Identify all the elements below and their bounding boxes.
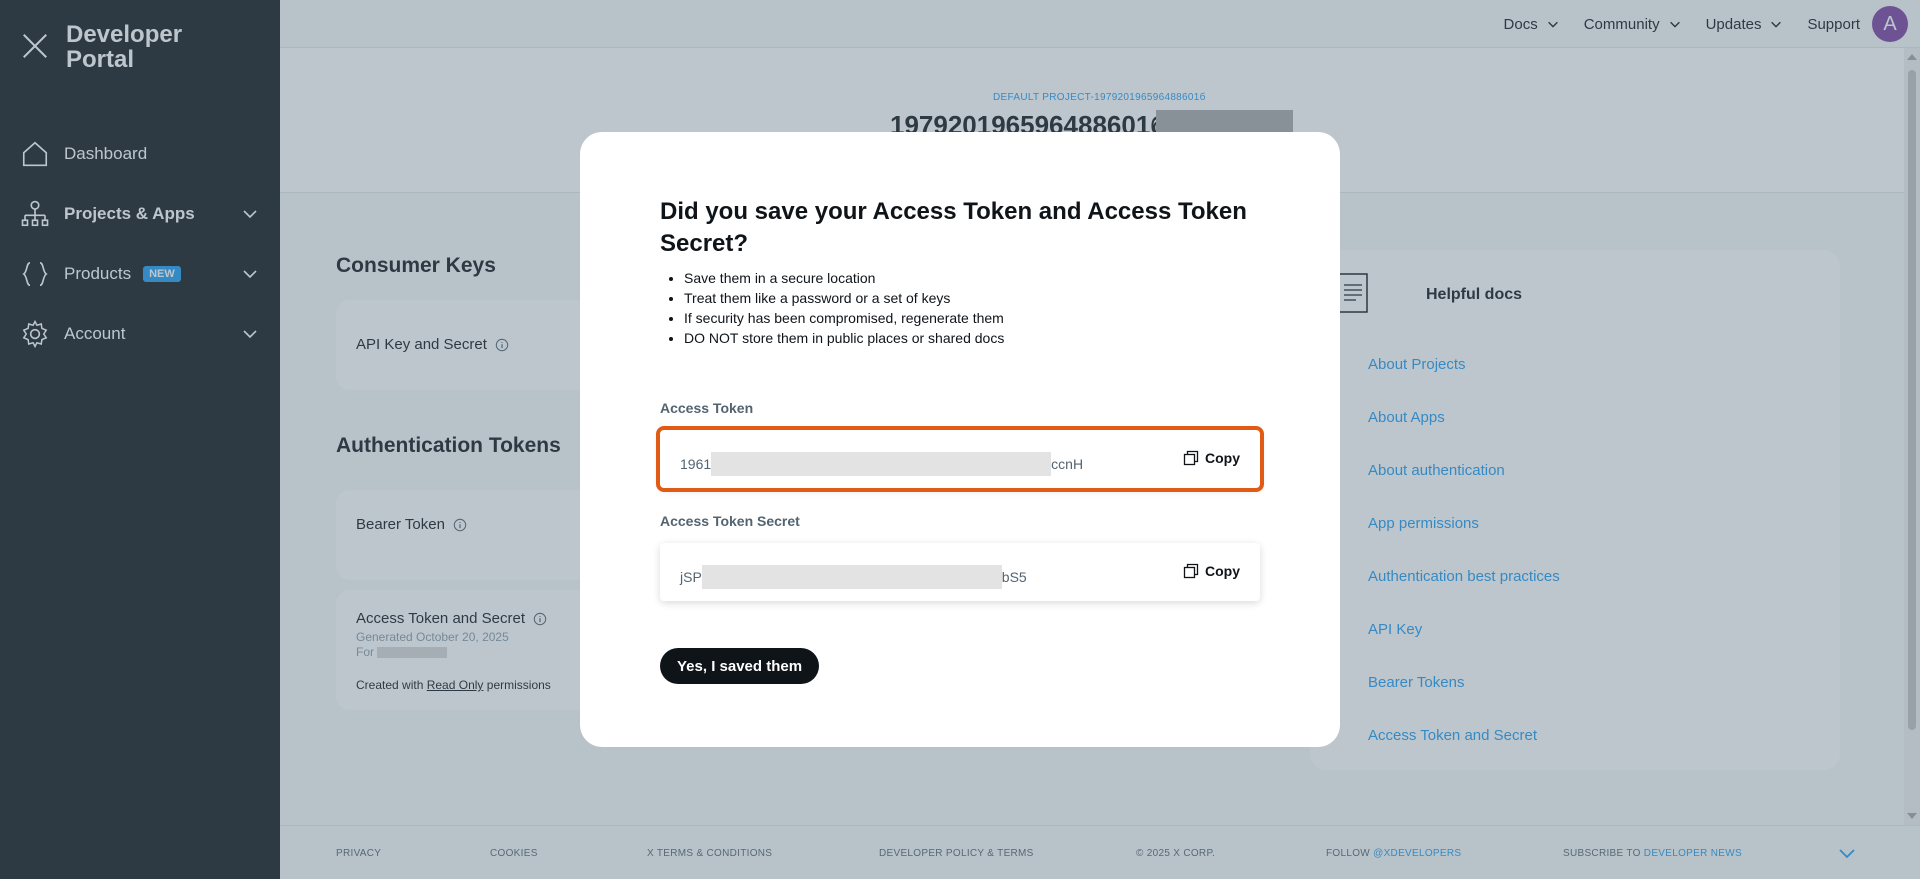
access-token-value[interactable]: 1961 ccnH [680, 452, 1083, 476]
list-item: DO NOT store them in public places or sh… [684, 328, 1004, 348]
access-secret-value[interactable]: jSP bS5 [680, 565, 1027, 589]
confirm-saved-button[interactable]: Yes, I saved them [660, 648, 820, 684]
dialog-title: Did you save your Access Token and Acces… [660, 198, 1247, 257]
list-item: If security has been compromised, regene… [684, 308, 1004, 328]
secret-suffix: bS5 [1001, 569, 1027, 585]
copy-icon [1183, 563, 1199, 579]
list-item: Save them in a secure location [684, 268, 1004, 288]
access-secret-field[interactable]: jSP bS5 Copy [660, 543, 1260, 601]
copy-icon [1183, 450, 1199, 466]
copy-label: Copy [1205, 563, 1240, 579]
redacted-block [711, 452, 1052, 476]
token-prefix: 1961 [680, 456, 712, 472]
access-token-field-label: Access Token [660, 400, 754, 416]
secret-prefix: jSP [680, 569, 702, 585]
copy-access-secret-button[interactable]: Copy [1183, 563, 1240, 579]
copy-access-token-button[interactable]: Copy [1183, 450, 1240, 466]
copy-label: Copy [1205, 450, 1240, 466]
access-token-field[interactable]: 1961 ccnH Copy [656, 426, 1264, 492]
list-item: Treat them like a password or a set of k… [684, 288, 1004, 308]
redacted-block [701, 565, 1002, 589]
token-suffix: ccnH [1051, 456, 1084, 472]
save-tokens-dialog: Did you save your Access Token and Acces… [580, 132, 1340, 747]
instructions-list: Save them in a secure location Treat the… [684, 268, 1004, 348]
access-secret-field-label: Access Token Secret [660, 513, 800, 529]
